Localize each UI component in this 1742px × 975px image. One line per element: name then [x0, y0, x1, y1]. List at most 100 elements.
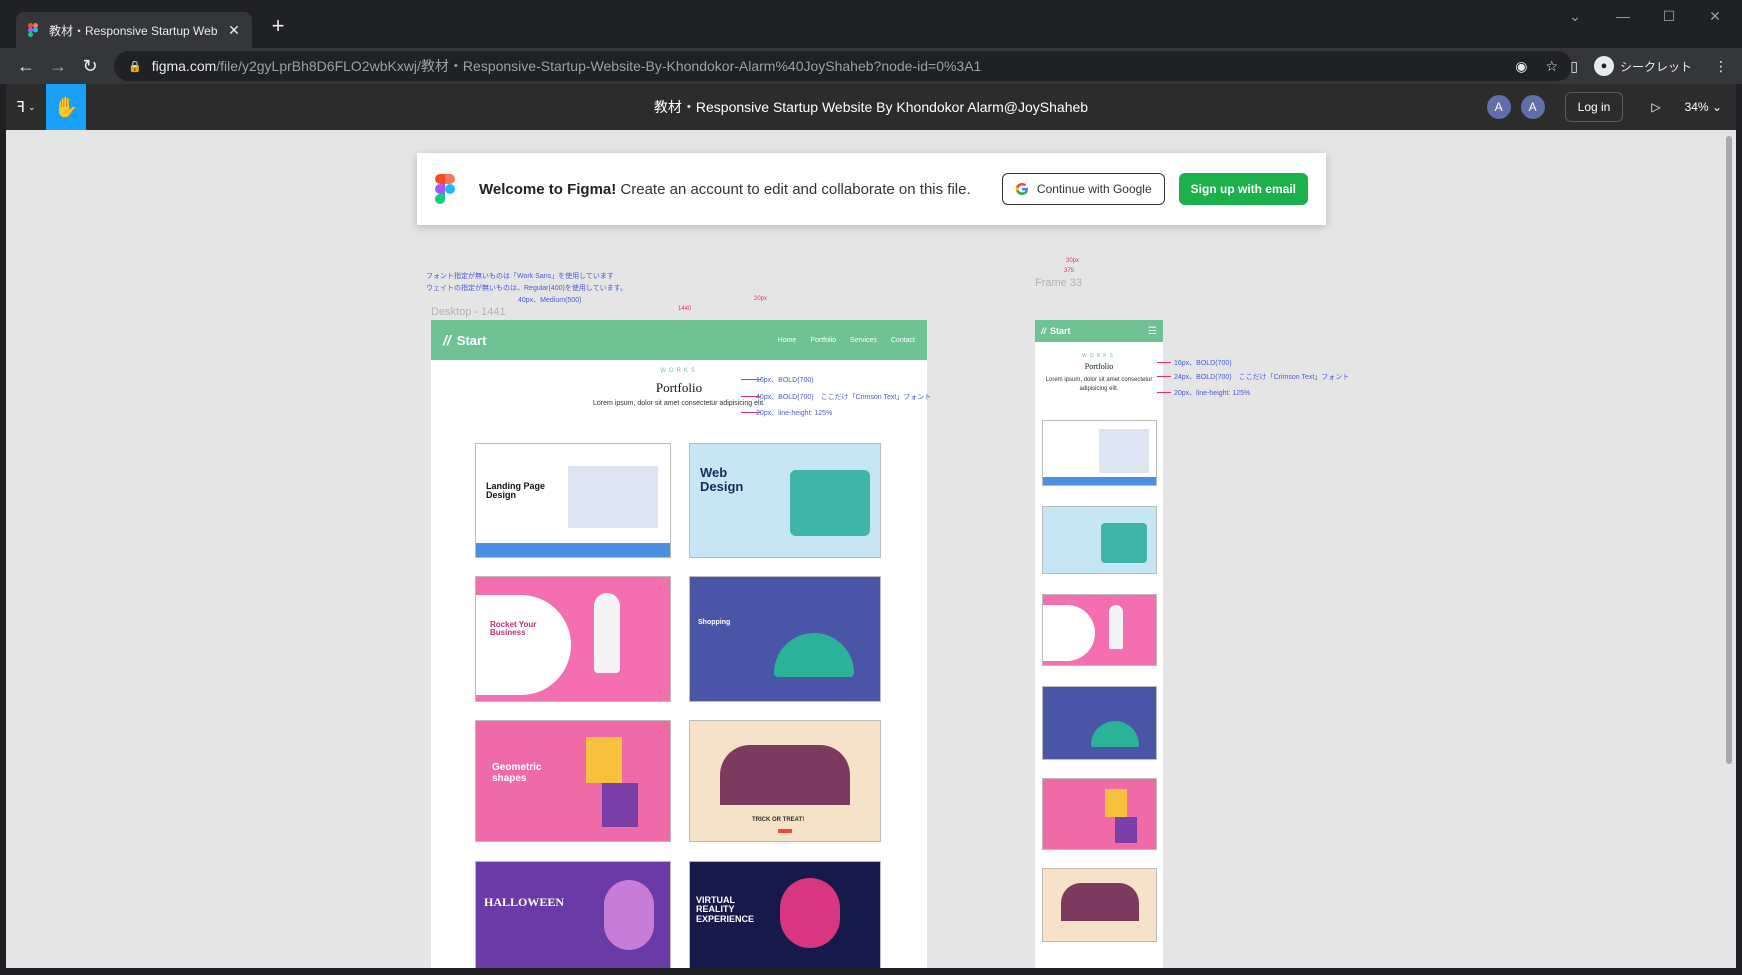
- lock-icon: 🔒: [128, 60, 142, 73]
- spec-note: 20px、line-height: 125%: [1174, 390, 1251, 397]
- portfolio-card[interactable]: [1042, 868, 1157, 942]
- portfolio-card[interactable]: [1042, 506, 1157, 574]
- tab-title: 教材・Responsive Startup Website By Khondok…: [49, 23, 217, 38]
- vertical-scrollbar[interactable]: [1726, 136, 1732, 764]
- shape: [586, 737, 622, 783]
- nav-link-contact: Contact: [890, 336, 915, 344]
- portfolio-card[interactable]: [1042, 686, 1157, 760]
- bookmark-star-icon[interactable]: ☆: [1545, 58, 1558, 75]
- nav-link-portfolio: Portfolio: [810, 336, 837, 344]
- minimize-icon[interactable]: —: [1600, 8, 1646, 24]
- shape: [602, 783, 638, 827]
- address-bar[interactable]: 🔒 figma.com/file/y2gyLprBh8D6FLO2wbKxwj/…: [114, 51, 1572, 81]
- portfolio-card[interactable]: [1042, 778, 1157, 850]
- tracking-blocked-icon[interactable]: ◉: [1515, 58, 1527, 75]
- google-icon: [1015, 183, 1028, 195]
- signup-email-button[interactable]: Sign up with email: [1178, 173, 1308, 205]
- panel: [1043, 605, 1095, 661]
- portfolio-card[interactable]: Shopping: [689, 576, 881, 702]
- portfolio-card[interactable]: HALLOWEEN: [475, 861, 671, 968]
- font-note: フォント指定が無いものは「Work Sans」を使用しています: [426, 273, 614, 280]
- side-panel-icon[interactable]: ▯: [1570, 58, 1578, 75]
- dimension-label: 375: [1064, 268, 1075, 274]
- tab-search-icon[interactable]: ⌄: [1552, 8, 1598, 25]
- portfolio-card[interactable]: VIRTUAL REALITY EXPERIENCE: [689, 861, 881, 968]
- shape: [1115, 817, 1137, 843]
- new-tab-icon[interactable]: +: [266, 14, 290, 38]
- continue-with-google-button[interactable]: Continue with Google: [1001, 173, 1165, 205]
- logo-mark-icon: //: [443, 332, 451, 348]
- section-lead: Lorem ipsum, dolor sit amet consectetur …: [593, 400, 765, 407]
- illustration: [1099, 429, 1149, 473]
- footer-strip: [1043, 477, 1156, 485]
- figma-main-menu[interactable]: ꟻ ⌄: [6, 84, 46, 130]
- file-name: 教材・Responsive Startup Website By Khondok…: [653, 99, 1089, 115]
- mobile-frame[interactable]: // Start ☰ WORKS Portfolio Lorem ipsum, …: [1035, 320, 1163, 968]
- shape: [1105, 789, 1127, 817]
- login-button[interactable]: Log in: [1564, 92, 1624, 122]
- browser-window: 教材・Responsive Startup Website By Khondok…: [0, 0, 1742, 975]
- desktop-frame-label[interactable]: Desktop - 1441: [431, 306, 506, 318]
- figma-canvas[interactable]: Welcome to Figma! Create an account to e…: [6, 130, 1736, 968]
- avatar[interactable]: A: [1520, 95, 1545, 119]
- chevron-down-icon: ⌄: [28, 101, 36, 112]
- tab-strip: 教材・Responsive Startup Website By Khondok…: [0, 0, 1742, 48]
- spec-note: 16px、BOLD(700): [1174, 360, 1232, 367]
- illustration: [774, 633, 854, 677]
- browser-menu-icon[interactable]: ⋮: [1714, 58, 1728, 75]
- incognito-icon: ●: [1593, 56, 1614, 76]
- window-close-icon[interactable]: ✕: [1692, 8, 1738, 25]
- dimension-label: 1440: [678, 306, 692, 312]
- spec-note: 16px、BOLD(700): [756, 377, 814, 384]
- incognito-badge[interactable]: ● シークレット: [1589, 53, 1702, 79]
- hand-tool-icon[interactable]: ✋: [46, 84, 86, 130]
- dimension-label: 30px: [1066, 258, 1080, 264]
- illustration: [1101, 523, 1147, 563]
- portfolio-card[interactable]: Web Design: [689, 443, 881, 558]
- spec-note: 40px、BOLD(700) ここだけ「Crimson Text」フォント: [756, 394, 932, 401]
- rocket-icon: [1109, 605, 1123, 649]
- section-eyebrow: WORKS: [660, 368, 698, 374]
- portfolio-card[interactable]: Rocket Your Business: [475, 576, 671, 702]
- illustration: [1061, 883, 1139, 921]
- witch-illustration: [604, 880, 654, 950]
- desktop-frame[interactable]: //Start Home Portfolio Services Contact …: [431, 320, 927, 968]
- vr-illustration: [780, 878, 840, 948]
- url-text: figma.com/file/y2gyLprBh8D6FLO2wbKxwj/教材…: [151, 58, 982, 74]
- zoom-menu[interactable]: 34% ⌄: [1685, 100, 1722, 114]
- illustration: [568, 466, 658, 528]
- portfolio-card[interactable]: [1042, 594, 1157, 666]
- illustration: [720, 745, 850, 805]
- spec-line: [1157, 392, 1171, 393]
- maximize-icon[interactable]: ☐: [1646, 8, 1692, 25]
- nav-link-home: Home: [777, 336, 797, 344]
- portfolio-card[interactable]: Landing Page Design: [475, 443, 671, 558]
- portfolio-card[interactable]: Geometric shapes: [475, 720, 671, 842]
- rocket-icon: [594, 593, 620, 673]
- nav-spec-note: 40px、Medium(500): [518, 297, 582, 304]
- figma-favicon-icon: [28, 23, 38, 37]
- portfolio-card[interactable]: TRICK OR TREAT!: [689, 720, 881, 842]
- illustration: [790, 470, 870, 536]
- welcome-banner: Welcome to Figma! Create an account to e…: [417, 153, 1326, 225]
- weight-note: ウェイトの指定が無いものは、Regular(400)を使用しています。: [426, 285, 627, 292]
- back-icon[interactable]: ←: [10, 56, 42, 77]
- avatar[interactable]: A: [1486, 95, 1511, 119]
- dimension-label: 20px: [754, 296, 768, 302]
- section-eyebrow: WORKS: [1082, 353, 1116, 359]
- portfolio-card[interactable]: [1042, 420, 1157, 486]
- panel: [476, 595, 571, 695]
- present-icon[interactable]: ▷: [1651, 100, 1660, 114]
- figma-logo-icon: ꟻ: [16, 99, 26, 116]
- reload-icon[interactable]: ↻: [74, 56, 106, 77]
- close-tab-icon[interactable]: ✕: [226, 22, 242, 39]
- spec-note: 24px、BOLD(700) ここだけ「Crimson Text」フォント: [1174, 374, 1350, 381]
- mobile-navbar: // Start ☰: [1035, 320, 1163, 342]
- browser-toolbar: ← → ↻ 🔒 figma.com/file/y2gyLprBh8D6FLO2w…: [0, 48, 1742, 84]
- desktop-navbar: //Start Home Portfolio Services Contact: [431, 320, 927, 360]
- cta-button: [778, 829, 792, 833]
- welcome-text: Welcome to Figma! Create an account to e…: [479, 180, 971, 198]
- browser-tab[interactable]: 教材・Responsive Startup Website By Khondok…: [16, 12, 252, 48]
- mobile-frame-label[interactable]: Frame 33: [1035, 277, 1082, 289]
- forward-icon[interactable]: →: [42, 56, 74, 77]
